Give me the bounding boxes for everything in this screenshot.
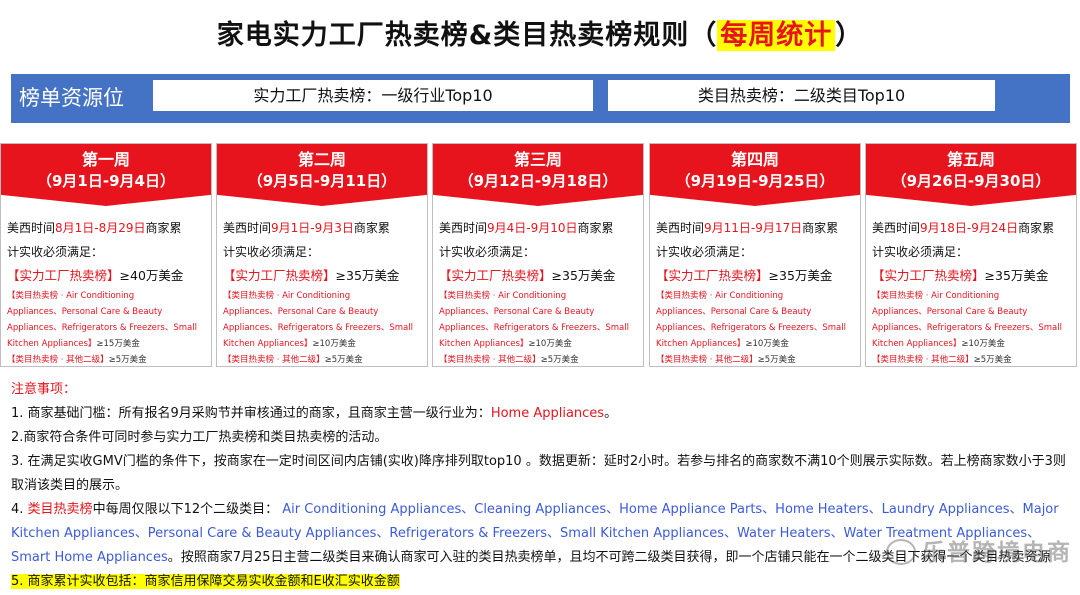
other-threshold: 【类目热卖榜 · 其他二级】≥5万美金 <box>656 355 796 365</box>
week-card-header: 第五周 （9月26日-9月30日） <box>866 144 1076 206</box>
measure-period: 美西时间8月1日-8月29日商家累 <box>7 221 182 235</box>
week-name: 第二周 <box>297 150 346 169</box>
measure-period: 美西时间9月1日-9月3日商家累 <box>223 221 390 235</box>
week-card-body: 美西时间9月18日-9月24日商家累 计实收必须满足： 【实力工厂热卖榜】≥35万美… <box>866 206 1076 366</box>
measure-period: 美西时间9月4日-9月10日商家累 <box>439 221 614 235</box>
week-dates: （9月1日-9月4日） <box>37 172 175 190</box>
requirement-line: 计实收必须满足： <box>656 245 753 259</box>
factory-rank-box: 实力工厂热卖榜：一级行业Top10 <box>153 80 593 111</box>
measure-period: 美西时间9月18日-9月24日商家累 <box>872 221 1055 235</box>
category-threshold: 【类目热卖榜 · Air Conditioning Appliances、Pers… <box>439 291 629 349</box>
page-title: 家电实力工厂热卖榜&类目热卖榜规则（ 每周统计） <box>216 20 864 51</box>
other-threshold: 【类目热卖榜 · 其他二级】≥5万美金 <box>223 355 363 365</box>
other-threshold: 【类目热卖榜 · 其他二级】≥5万美金 <box>439 355 579 365</box>
note-5: 5. 商家累计实收包括：商家信用保障交易实收金额和E收汇实收金额 <box>11 574 400 589</box>
week-dates: （9月19日-9月25日） <box>675 172 835 190</box>
band-label: 榜单资源位 <box>19 86 124 110</box>
category-threshold: 【类目热卖榜 · Air Conditioning Appliances、Pers… <box>223 291 413 349</box>
week-dates: （9月5日-9月11日） <box>247 172 397 190</box>
week-name: 第三周 <box>513 150 562 169</box>
week-name: 第一周 <box>81 150 130 169</box>
week-dates: （9月26日-9月30日） <box>891 172 1051 190</box>
factory-threshold: 【实力工厂热卖榜】≥35万美金 <box>656 268 833 283</box>
category-rank-box: 类目热卖榜：二级类目Top10 <box>608 80 995 111</box>
week-dates: （9月12日-9月18日） <box>458 172 618 190</box>
watermark: 乐普跨境电商 <box>886 533 1072 567</box>
title-highlight: 每周统计 <box>717 20 836 51</box>
requirement-line: 计实收必须满足： <box>872 245 969 259</box>
category-threshold: 【类目热卖榜 · Air Conditioning Appliances、Pers… <box>7 291 197 349</box>
note-2: 2.商家符合条件可同时参与实力工厂热卖榜和类目热卖榜的活动。 <box>11 430 388 445</box>
week-card-body: 美西时间9月1日-9月3日商家累 计实收必须满足： 【实力工厂热卖榜】≥35万美金【… <box>217 206 427 366</box>
factory-threshold: 【实力工厂热卖榜】≥35万美金 <box>439 268 616 283</box>
week-card-header: 第三周 （9月12日-9月18日） <box>433 144 643 206</box>
measure-period: 美西时间9月11日-9月17日商家累 <box>656 221 839 235</box>
week-card-header: 第一周 （9月1日-9月4日） <box>1 144 211 206</box>
wechat-icon <box>886 538 916 565</box>
category-threshold: 【类目热卖榜 · Air Conditioning Appliances、Pers… <box>656 291 846 349</box>
requirement-line: 计实收必须满足： <box>223 245 320 259</box>
week-card-header: 第二周 （9月5日-9月11日） <box>217 144 427 206</box>
category-threshold: 【类目热卖榜 · Air Conditioning Appliances、Pers… <box>872 291 1062 349</box>
factory-threshold: 【实力工厂热卖榜】≥35万美金 <box>223 268 400 283</box>
week-cards: 第一周 （9月1日-9月4日） 美西时间8月1日-8月29日商家累 计实收必须满足：【… <box>0 143 1080 367</box>
requirement-line: 计实收必须满足： <box>7 245 104 259</box>
week-card: 第四周 （9月19日-9月25日） 美西时间9月11日-9月17日商家累 计实收必须满… <box>649 143 861 367</box>
week-card-body: 美西时间9月11日-9月17日商家累 计实收必须满足： 【实力工厂热卖榜】≥35万美… <box>650 206 860 366</box>
week-card: 第三周 （9月12日-9月18日） 美西时间9月4日-9月10日商家累 计实收必须满足… <box>432 143 644 367</box>
week-card: 第二周 （9月5日-9月11日） 美西时间9月1日-9月3日商家累 计实收必须满足： 【… <box>216 143 428 367</box>
note-3: 3. 在满足实收GMV门槛的条件下，按商家在一定时间区间内店铺(实收)降序排列取… <box>11 454 1066 493</box>
week-card-header: 第四周 （9月19日-9月25日） <box>650 144 860 206</box>
requirement-line: 计实收必须满足： <box>439 245 536 259</box>
other-threshold: 【类目热卖榜 · 其他二级】≥5万美金 <box>872 355 1012 365</box>
resource-band: 榜单资源位 实力工厂热卖榜：一级行业Top10 类目热卖榜：二级类目Top10 <box>11 74 1070 123</box>
note-1: 1. 商家基础门槛：所有报名9月采购节并审核通过的商家，且商家主营一级行业为：H… <box>11 406 618 421</box>
week-name: 第四周 <box>730 150 779 169</box>
notes-heading: 注意事项： <box>11 382 77 397</box>
week-name: 第五周 <box>946 150 995 169</box>
week-card-body: 美西时间8月1日-8月29日商家累 计实收必须满足： 【实力工厂热卖榜】≥40万美金… <box>1 206 211 366</box>
week-card: 第一周 （9月1日-9月4日） 美西时间8月1日-8月29日商家累 计实收必须满足： 【… <box>0 143 212 367</box>
other-threshold: 【类目热卖榜 · 其他二级】≥5万美金 <box>7 355 147 365</box>
factory-threshold: 【实力工厂热卖榜】≥40万美金 <box>7 268 184 283</box>
week-card: 第五周 （9月26日-9月30日） 美西时间9月18日-9月24日商家累 计实收必须满… <box>865 143 1077 367</box>
factory-threshold: 【实力工厂热卖榜】≥35万美金 <box>872 268 1049 283</box>
week-card-body: 美西时间9月4日-9月10日商家累 计实收必须满足： 【实力工厂热卖榜】≥35万美金… <box>433 206 643 366</box>
